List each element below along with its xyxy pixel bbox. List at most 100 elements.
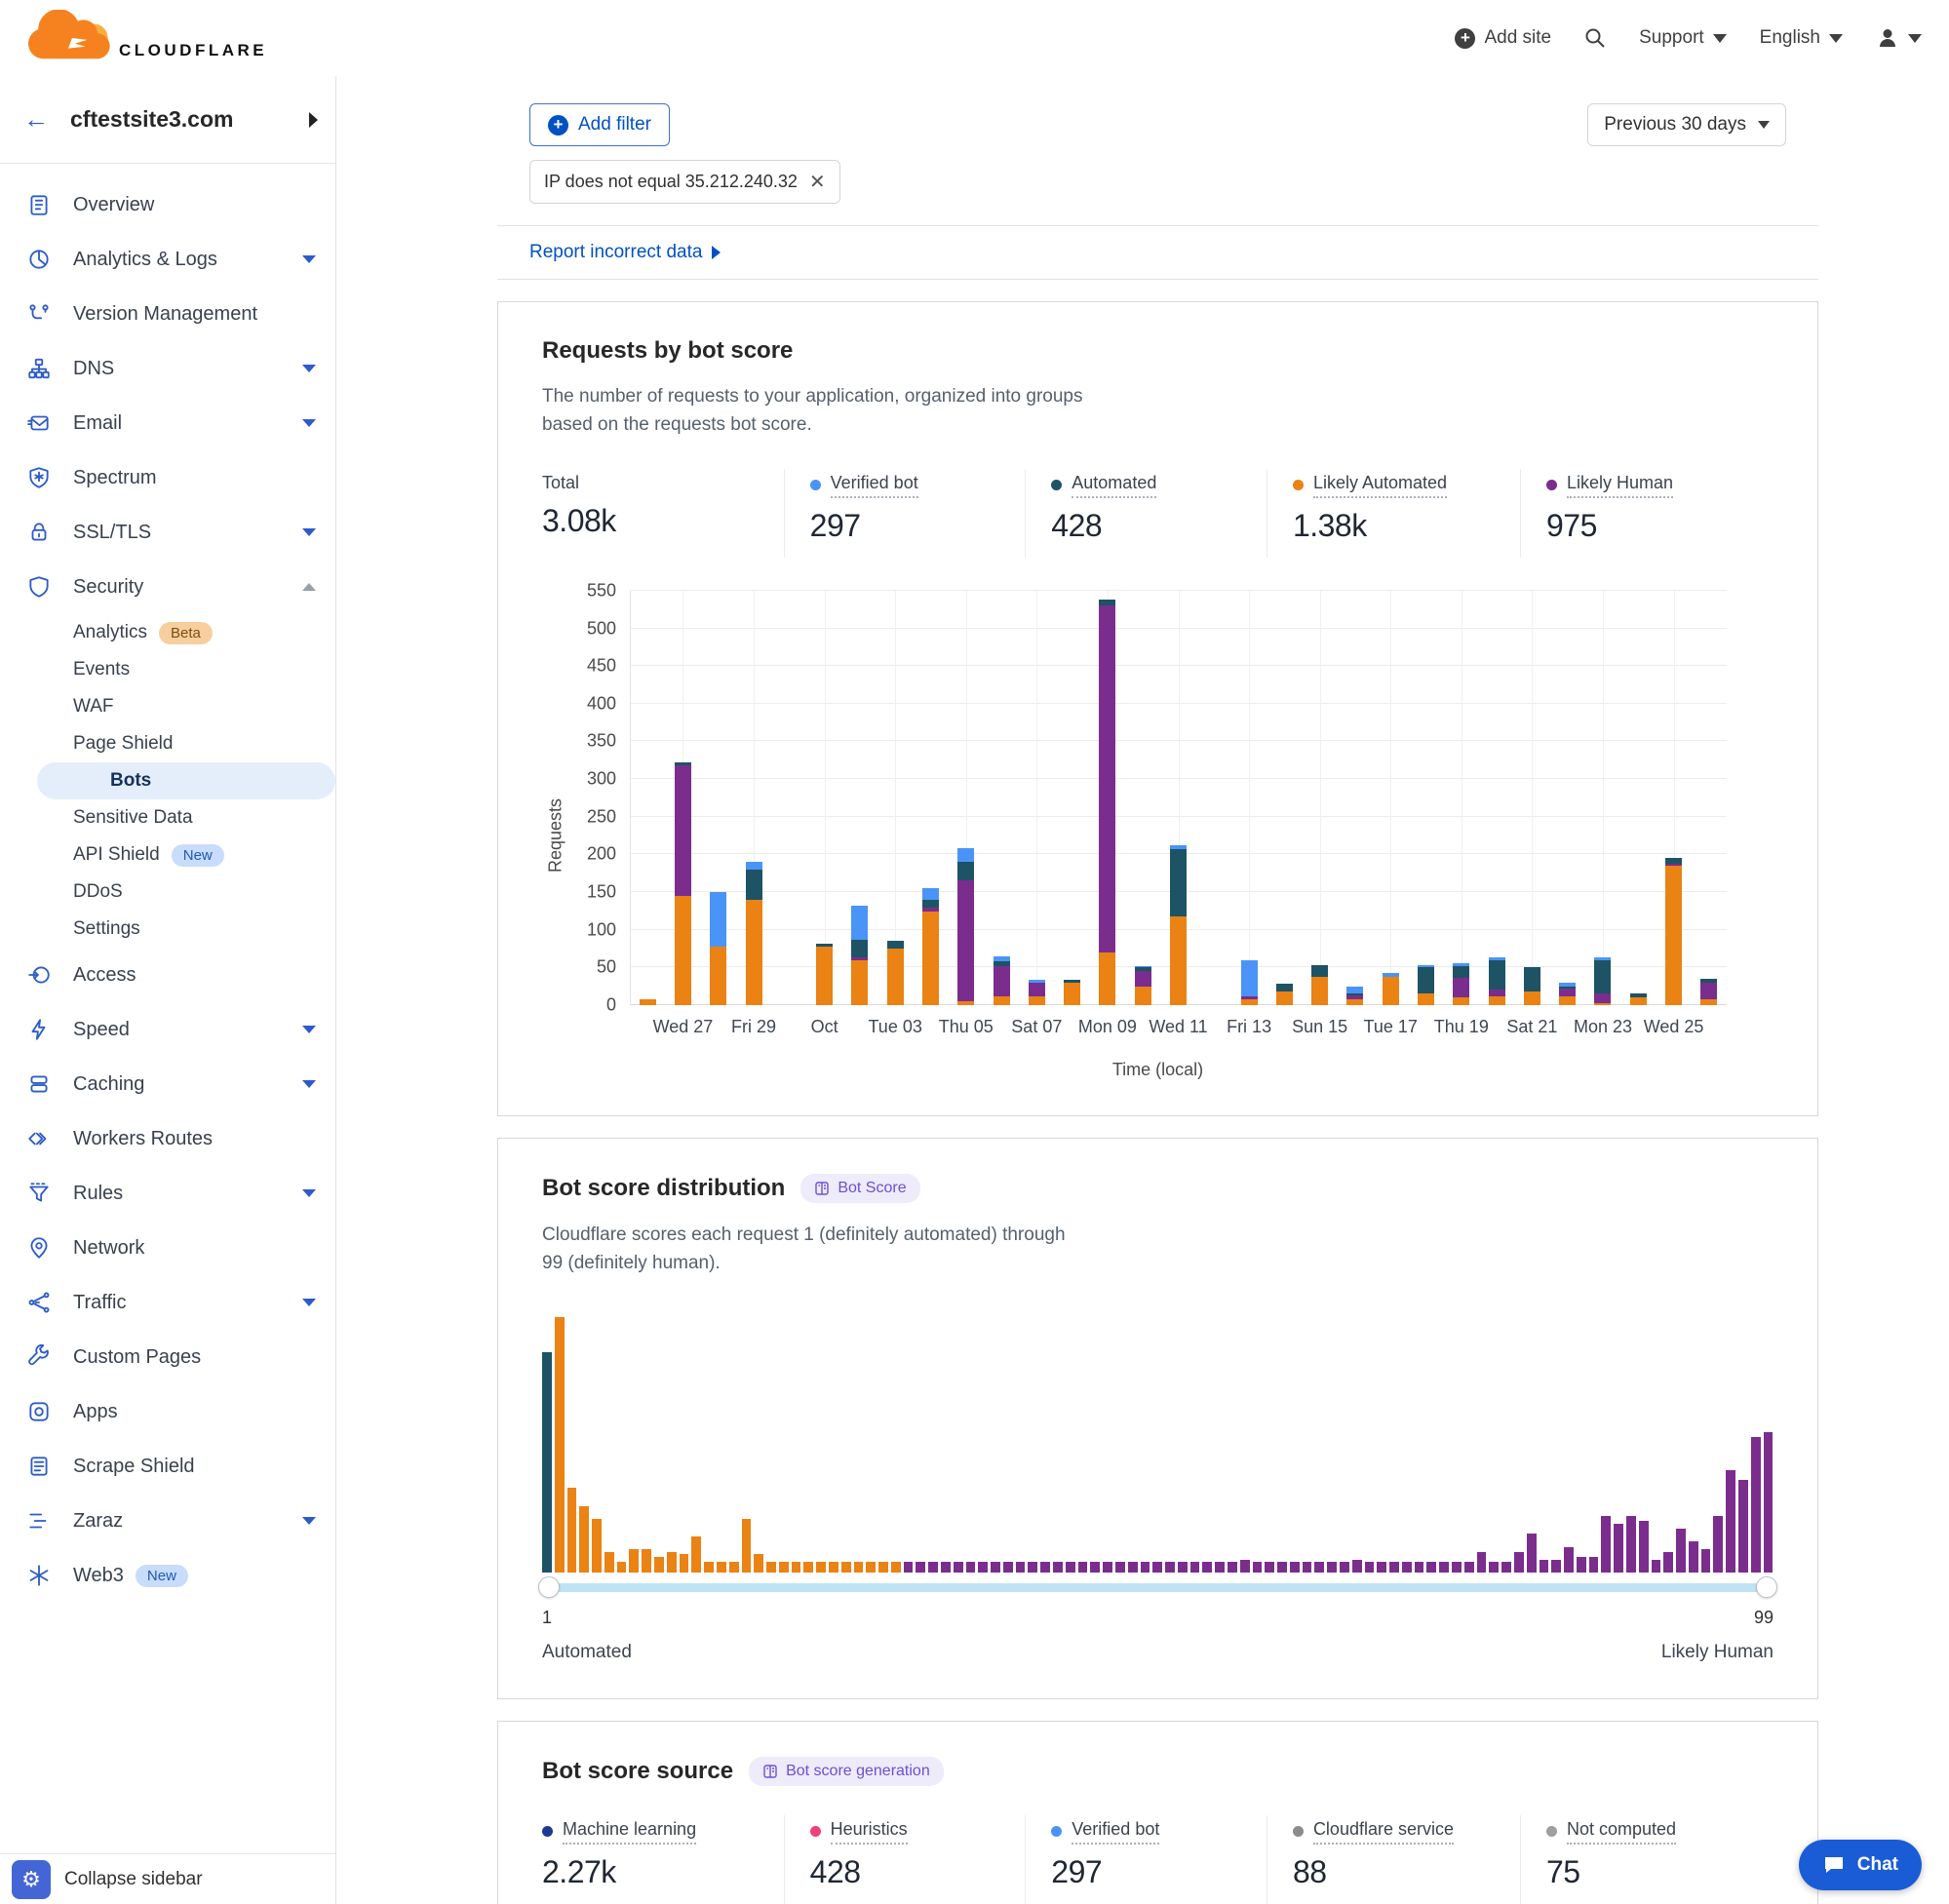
stacked-bar[interactable] xyxy=(675,762,691,1005)
sidebar-item-analytics-logs[interactable]: Analytics & Logs xyxy=(0,232,335,287)
stacked-bar[interactable] xyxy=(1346,987,1363,1005)
chevron-down-icon[interactable] xyxy=(302,528,316,536)
histogram-bar-score-12[interactable] xyxy=(680,1554,689,1572)
chat-button[interactable]: Chat xyxy=(1799,1840,1922,1890)
histogram-bar-score-69[interactable] xyxy=(1389,1562,1399,1572)
chevron-down-icon[interactable] xyxy=(302,1189,316,1197)
histogram-bar-score-35[interactable] xyxy=(966,1562,976,1572)
sidebar-item-zaraz[interactable]: Zaraz xyxy=(0,1494,335,1548)
sidebar-item-speed[interactable]: Speed xyxy=(0,1002,335,1057)
histogram-bar-score-92[interactable] xyxy=(1676,1529,1686,1573)
histogram-bar-score-76[interactable] xyxy=(1477,1552,1487,1573)
account-menu[interactable] xyxy=(1876,26,1922,50)
language-menu[interactable]: English xyxy=(1760,27,1843,49)
histogram-bar-score-52[interactable] xyxy=(1178,1562,1188,1572)
histogram-bar-score-94[interactable] xyxy=(1701,1549,1711,1573)
sidebar-item-access[interactable]: Access xyxy=(0,948,335,1002)
histogram-bar-score-31[interactable] xyxy=(916,1562,925,1572)
histogram-bar-score-83[interactable] xyxy=(1564,1547,1574,1573)
sidebar-item-ssl-tls[interactable]: SSL/TLS xyxy=(0,505,335,560)
histogram-bar-score-20[interactable] xyxy=(779,1562,789,1572)
support-menu[interactable]: Support xyxy=(1639,27,1727,49)
histogram-bar-score-75[interactable] xyxy=(1464,1562,1474,1572)
slider-handle-max[interactable] xyxy=(1756,1576,1777,1598)
histogram-bar-score-72[interactable] xyxy=(1426,1562,1436,1572)
sidebar-item-network[interactable]: Network xyxy=(0,1221,335,1275)
chevron-down-icon[interactable] xyxy=(302,419,316,427)
stacked-bar[interactable] xyxy=(640,999,656,1005)
stat-label[interactable]: Likely Human xyxy=(1546,473,1673,498)
histogram-bar-score-6[interactable] xyxy=(604,1552,614,1573)
histogram-bar-score-88[interactable] xyxy=(1626,1516,1636,1573)
histogram-bar-score-50[interactable] xyxy=(1152,1562,1162,1572)
stacked-bar[interactable] xyxy=(887,941,904,1005)
stacked-bar[interactable] xyxy=(1029,980,1045,1004)
close-icon[interactable]: ✕ xyxy=(809,170,826,194)
site-switcher-chevron-icon[interactable] xyxy=(309,112,318,128)
stacked-bar[interactable] xyxy=(1170,845,1187,1005)
histogram-bar-score-36[interactable] xyxy=(978,1562,988,1572)
stacked-bar[interactable] xyxy=(1418,965,1434,1005)
histogram-bar-score-11[interactable] xyxy=(667,1552,677,1573)
histogram-bar-score-38[interactable] xyxy=(1003,1562,1013,1572)
stacked-bar[interactable] xyxy=(1594,957,1611,1005)
histogram-bar-score-64[interactable] xyxy=(1327,1562,1337,1572)
stacked-bar[interactable] xyxy=(1276,984,1293,1005)
histogram-bar-score-27[interactable] xyxy=(866,1562,876,1572)
sidebar-item-version-management[interactable]: Version Management xyxy=(0,287,335,341)
histogram-bar-score-85[interactable] xyxy=(1589,1557,1599,1573)
back-arrow-icon[interactable]: ← xyxy=(23,104,49,135)
sidebar-item-custom-pages[interactable]: Custom Pages xyxy=(0,1330,335,1384)
stacked-bar[interactable] xyxy=(816,944,833,1005)
stacked-bar[interactable] xyxy=(1630,993,1647,1005)
histogram-bar-score-33[interactable] xyxy=(941,1562,951,1572)
sidebar-item-events[interactable]: Events xyxy=(0,651,335,688)
histogram-bar-score-7[interactable] xyxy=(617,1562,627,1572)
histogram-bar-score-8[interactable] xyxy=(629,1549,639,1573)
histogram-bar-score-40[interactable] xyxy=(1028,1562,1037,1572)
histogram-bar-score-60[interactable] xyxy=(1277,1562,1287,1572)
histogram-bar-score-32[interactable] xyxy=(928,1562,938,1572)
histogram-bar-score-77[interactable] xyxy=(1489,1562,1499,1572)
sidebar-item-apps[interactable]: Apps xyxy=(0,1384,335,1439)
histogram-bar-score-43[interactable] xyxy=(1066,1562,1075,1572)
histogram-bar-score-71[interactable] xyxy=(1415,1562,1424,1572)
search-button[interactable] xyxy=(1584,27,1606,49)
date-range-dropdown[interactable]: Previous 30 days xyxy=(1587,103,1786,146)
histogram-bar-score-16[interactable] xyxy=(729,1562,739,1572)
stacked-bar[interactable] xyxy=(1064,980,1080,1005)
sidebar-item-api-shield[interactable]: API ShieldNew xyxy=(0,836,335,874)
histogram-bar-score-82[interactable] xyxy=(1551,1560,1561,1573)
stacked-bar[interactable] xyxy=(1524,967,1540,1005)
histogram-bar-score-1[interactable] xyxy=(542,1352,552,1572)
histogram-bar-score-70[interactable] xyxy=(1402,1562,1412,1572)
stat-label[interactable]: Likely Automated xyxy=(1293,473,1447,498)
histogram-bar-score-62[interactable] xyxy=(1303,1562,1312,1572)
histogram-bar-score-41[interactable] xyxy=(1040,1562,1050,1572)
histogram-bar-score-29[interactable] xyxy=(891,1562,901,1572)
stacked-bar[interactable] xyxy=(746,862,762,1005)
bot-score-badge[interactable]: Bot Score xyxy=(800,1174,919,1203)
histogram-bar-score-53[interactable] xyxy=(1190,1562,1200,1572)
histogram-bar-score-87[interactable] xyxy=(1614,1524,1623,1573)
histogram-bar-score-89[interactable] xyxy=(1639,1521,1649,1572)
histogram-bar-score-66[interactable] xyxy=(1352,1560,1362,1573)
histogram-bar-score-95[interactable] xyxy=(1713,1516,1723,1573)
histogram-bar-score-45[interactable] xyxy=(1090,1562,1100,1572)
histogram-bar-score-58[interactable] xyxy=(1253,1562,1263,1572)
stacked-bar[interactable] xyxy=(994,956,1010,1005)
histogram-bar-score-79[interactable] xyxy=(1514,1552,1524,1573)
histogram-bar-score-49[interactable] xyxy=(1141,1562,1150,1572)
histogram-bar-score-68[interactable] xyxy=(1377,1562,1386,1572)
histogram-bar-score-4[interactable] xyxy=(579,1506,589,1573)
sidebar-item-scrape-shield[interactable]: Scrape Shield xyxy=(0,1439,335,1494)
histogram-bar-score-25[interactable] xyxy=(841,1562,851,1572)
slider-handle-min[interactable] xyxy=(538,1576,560,1598)
stat-label[interactable]: Verified bot xyxy=(1051,1819,1159,1845)
histogram-bar-score-57[interactable] xyxy=(1240,1560,1250,1573)
sidebar-item-page-shield[interactable]: Page Shield xyxy=(0,725,335,762)
histogram-bar-score-51[interactable] xyxy=(1165,1562,1175,1572)
stacked-bar[interactable] xyxy=(1311,965,1328,1005)
chevron-down-icon[interactable] xyxy=(302,365,316,372)
histogram-bar-score-81[interactable] xyxy=(1540,1560,1549,1573)
